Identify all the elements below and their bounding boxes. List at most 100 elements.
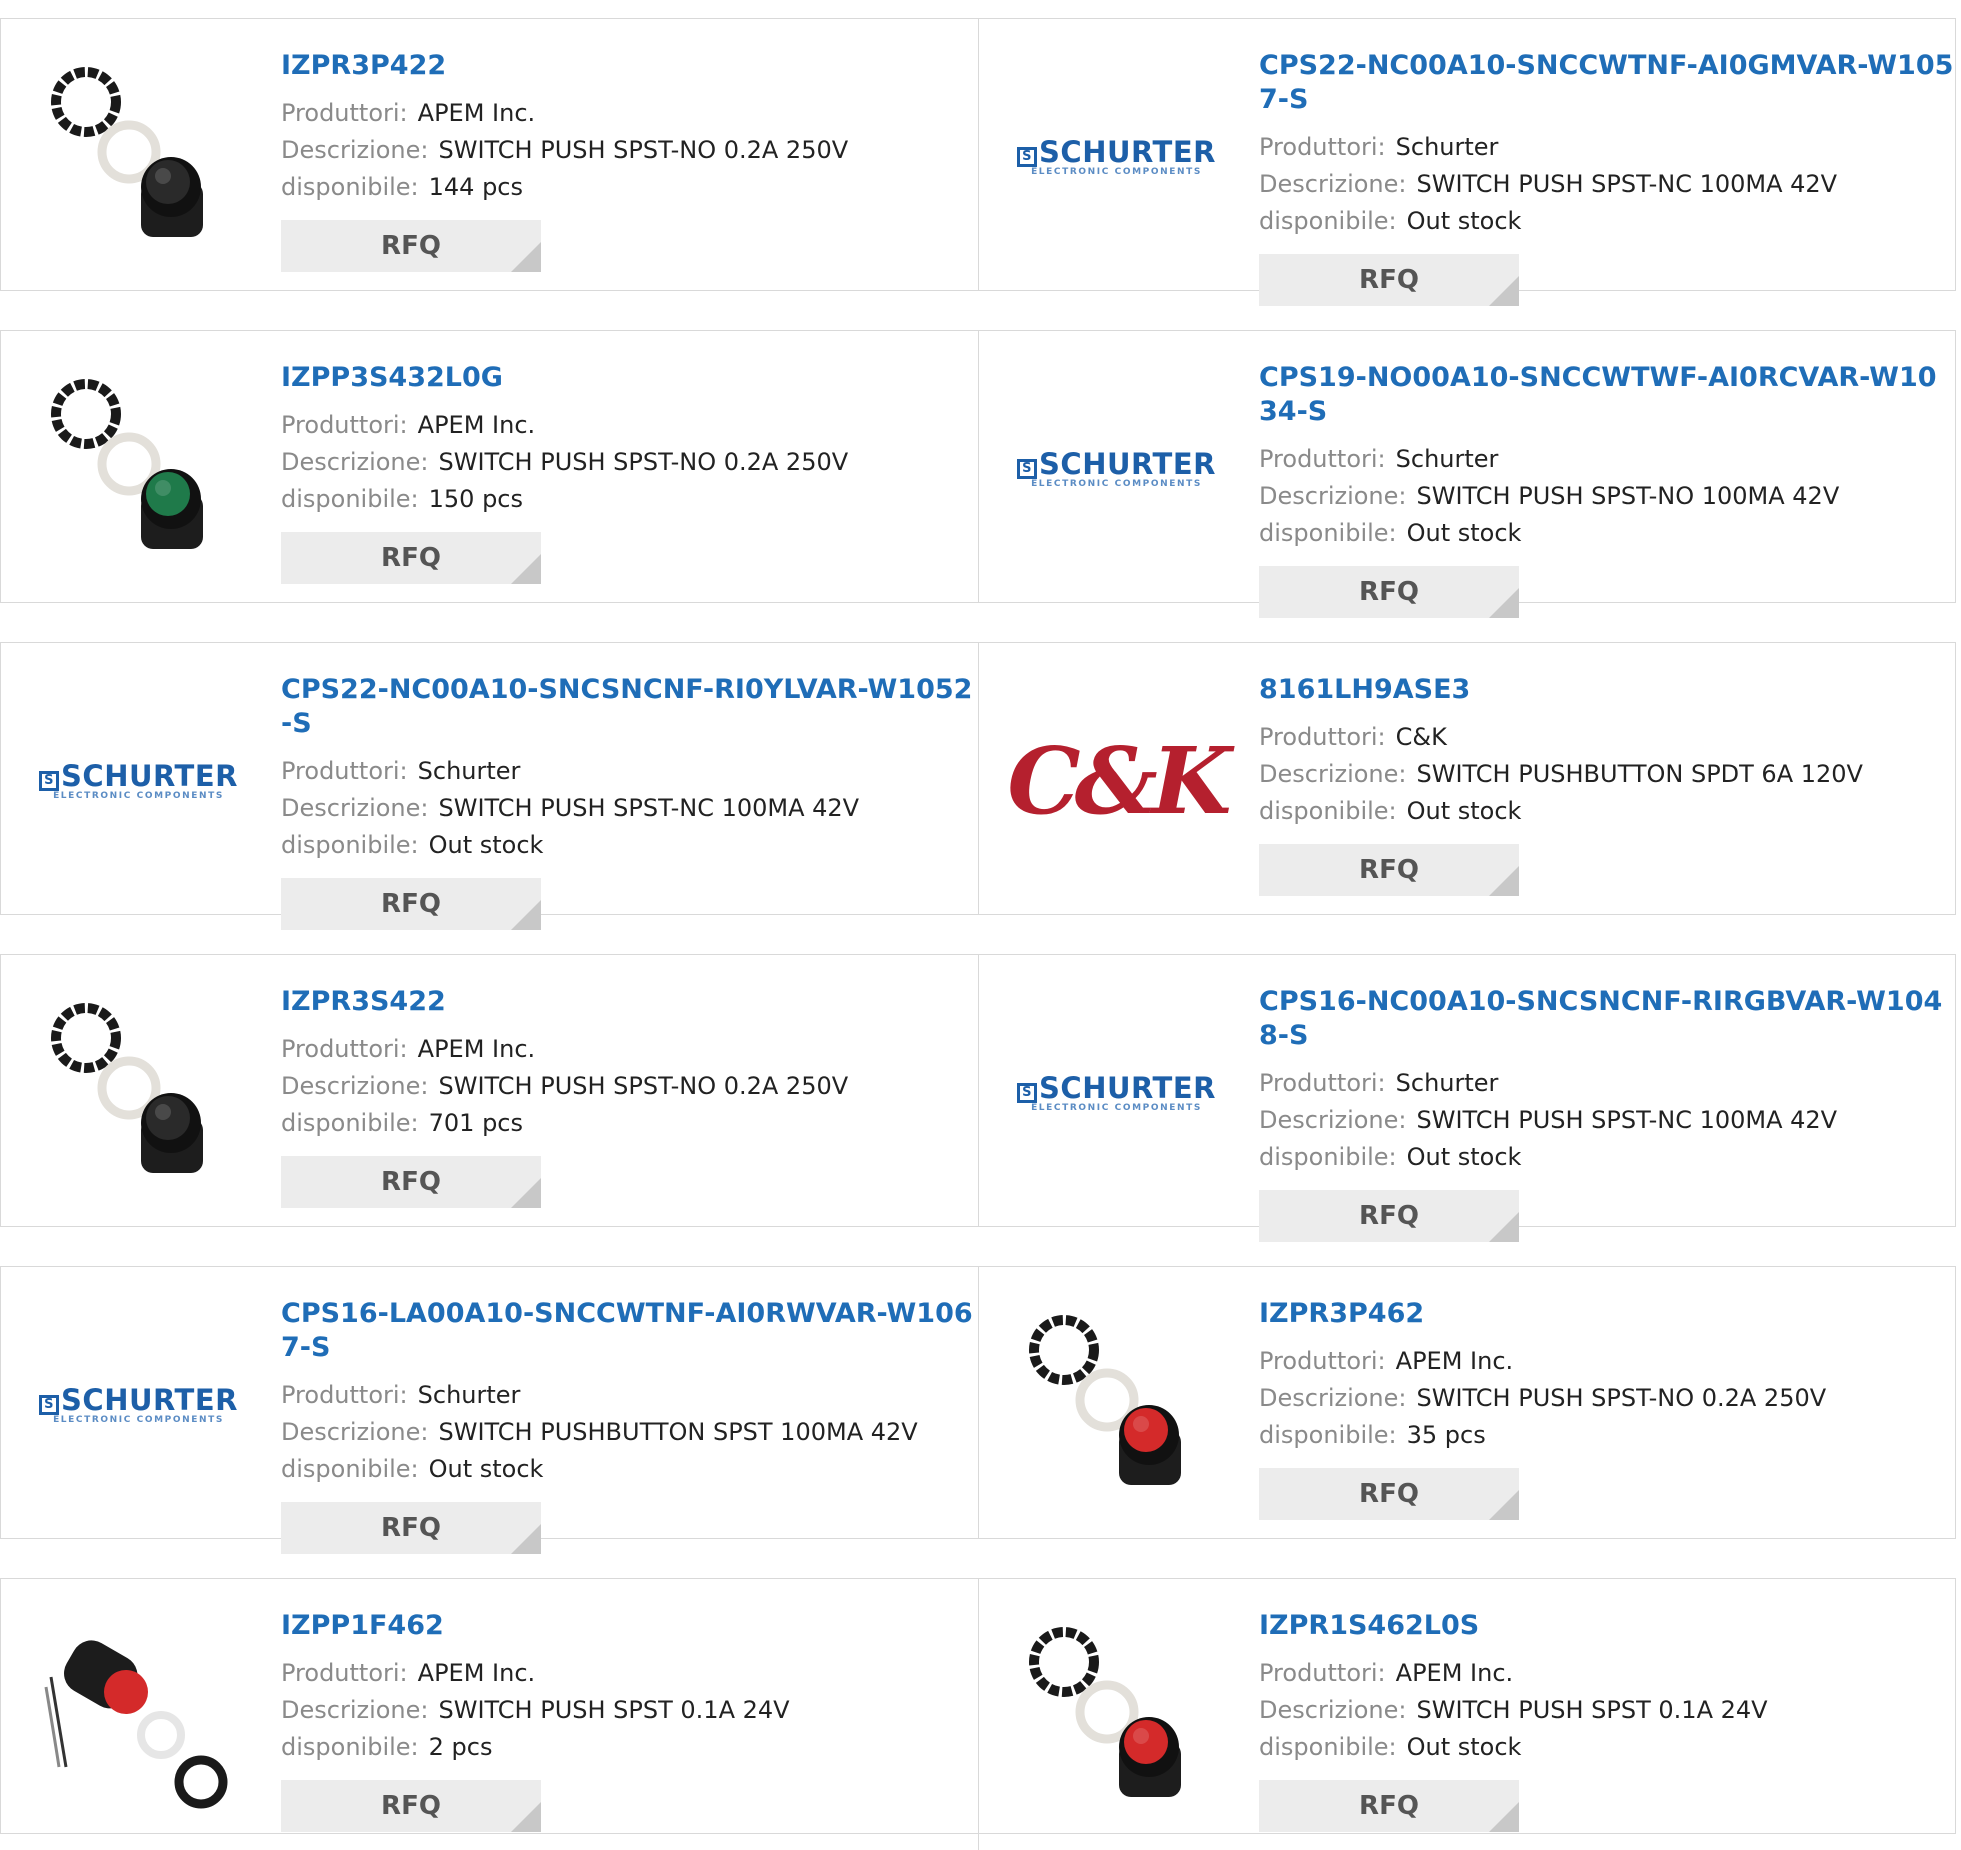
availability-label: disponibile: — [281, 831, 419, 859]
part-number-link[interactable]: CPS16-NC00A10-SNCSNCNF-RIRGBVAR-W1048-S — [1259, 985, 1955, 1053]
part-number-link[interactable]: IZPR3P462 — [1259, 1297, 1955, 1331]
description-line: Descrizione: SWITCH PUSHBUTTON SPST 100MA… — [281, 1414, 978, 1451]
part-number-link[interactable]: IZPR3P422 — [281, 49, 978, 83]
part-number-link[interactable]: CPS22-NC00A10-SNCSNCNF-RI0YLVAR-W1052-S — [281, 673, 978, 741]
product-card: C&K 8161LH9ASE3 Produttori: C&K Descrizione:… — [978, 643, 1955, 914]
availability-label: disponibile: — [281, 1109, 419, 1137]
product-thumbnail: S SCHURTER ELECTRONIC COMPONENTS — [39, 683, 238, 878]
availability-line: disponibile: Out stock — [1259, 1729, 1955, 1766]
product-image[interactable] — [41, 57, 236, 256]
schurter-logo: S SCHURTER ELECTRONIC COMPONENTS — [39, 761, 238, 801]
rfq-button[interactable]: RFQ — [281, 1502, 541, 1554]
part-number-link[interactable]: CPS19-NO00A10-SNCCWTWF-AI0RCVAR-W1034-S — [1259, 361, 1955, 429]
product-row: S SCHURTER ELECTRONIC COMPONENTS CPS16-LA00… — [0, 1266, 1956, 1554]
part-number-link[interactable]: CPS16-LA00A10-SNCCWTNF-AI0RWVAR-W1067-S — [281, 1297, 978, 1365]
rfq-button[interactable]: RFQ — [1259, 254, 1519, 306]
availability-line: disponibile: 2 pcs — [281, 1729, 978, 1766]
manufacturer-value: APEM Inc. — [417, 1035, 536, 1063]
manufacturer-label: Produttori: — [281, 411, 408, 439]
product-row: IZPP1F462 Produttori: APEM Inc. Descrizione… — [0, 1578, 1956, 1850]
description-line: Descrizione: SWITCH PUSH SPST-NO 0.2A 250… — [1259, 1380, 1955, 1417]
description-line: Descrizione: SWITCH PUSH SPST 0.1A 24V — [281, 1692, 978, 1729]
description-label: Descrizione: — [1259, 760, 1407, 788]
availability-label: disponibile: — [281, 173, 419, 201]
description-label: Descrizione: — [281, 1072, 429, 1100]
product-thumbnail — [41, 995, 236, 1190]
description-label: Descrizione: — [281, 794, 429, 822]
availability-label: disponibile: — [1259, 519, 1397, 547]
rfq-button[interactable]: RFQ — [1259, 1468, 1519, 1520]
product-thumbnail: S SCHURTER ELECTRONIC COMPONENTS — [1017, 371, 1215, 566]
part-number-link[interactable]: IZPP3S432L0G — [281, 361, 978, 395]
product-thumbnail: C&K — [1007, 683, 1231, 878]
manufacturer-value: Schurter — [1395, 1069, 1499, 1097]
manufacturer-line: Produttori: APEM Inc. — [281, 407, 978, 444]
availability-value: Out stock — [1406, 797, 1522, 825]
availability-label: disponibile: — [1259, 1421, 1397, 1449]
rfq-button[interactable]: RFQ — [281, 1780, 541, 1832]
product-image[interactable] — [41, 1617, 236, 1816]
rfq-button[interactable]: RFQ — [281, 1156, 541, 1208]
product-thumbnail — [41, 371, 236, 566]
availability-label: disponibile: — [281, 1455, 419, 1483]
rfq-button[interactable]: RFQ — [281, 878, 541, 930]
manufacturer-label: Produttori: — [281, 99, 408, 127]
availability-label: disponibile: — [281, 485, 419, 513]
manufacturer-line: Produttori: Schurter — [281, 1377, 978, 1414]
manufacturer-label: Produttori: — [1259, 1347, 1386, 1375]
description-value: SWITCH PUSH SPST 0.1A 24V — [438, 1696, 790, 1724]
rfq-button[interactable]: RFQ — [1259, 1190, 1519, 1242]
product-thumbnail: S SCHURTER ELECTRONIC COMPONENTS — [1017, 59, 1215, 254]
product-info: IZPR3P422 Produttori: APEM Inc. Descrizione… — [281, 49, 978, 272]
manufacturer-value: APEM Inc. — [417, 99, 536, 127]
product-card: S SCHURTER ELECTRONIC COMPONENTS CPS22-NC00… — [978, 19, 1955, 306]
description-line: Descrizione: SWITCH PUSH SPST-NO 0.2A 250… — [281, 444, 978, 481]
description-line: Descrizione: SWITCH PUSH SPST-NO 100MA 42… — [1259, 478, 1955, 515]
manufacturer-value: Schurter — [1395, 133, 1499, 161]
availability-line: disponibile: Out stock — [1259, 1139, 1955, 1176]
rfq-button[interactable]: RFQ — [1259, 566, 1519, 618]
part-number-link[interactable]: CPS22-NC00A10-SNCCWTNF-AI0GMVAR-W1057-S — [1259, 49, 1955, 117]
product-row: IZPP3S432L0G Produttori: APEM Inc. Descrizi… — [0, 330, 1956, 618]
product-image[interactable] — [41, 993, 236, 1192]
product-info: IZPR3P462 Produttori: APEM Inc. Descrizione… — [1259, 1297, 1955, 1520]
description-label: Descrizione: — [1259, 1696, 1407, 1724]
manufacturer-line: Produttori: C&K — [1259, 719, 1955, 756]
manufacturer-value: APEM Inc. — [1395, 1347, 1514, 1375]
product-image[interactable] — [1019, 1617, 1214, 1816]
part-number-link[interactable]: IZPR3S422 — [281, 985, 978, 1019]
part-number-link[interactable]: IZPR1S462L0S — [1259, 1609, 1955, 1643]
product-thumbnail: S SCHURTER ELECTRONIC COMPONENTS — [39, 1307, 237, 1502]
description-line: Descrizione: SWITCH PUSH SPST 0.1A 24V — [1259, 1692, 1955, 1729]
product-thumbnail: S SCHURTER ELECTRONIC COMPONENTS — [1017, 995, 1215, 1190]
product-info: CPS16-LA00A10-SNCCWTNF-AI0RWVAR-W1067-S P… — [281, 1297, 978, 1554]
product-info: CPS22-NC00A10-SNCCWTNF-AI0GMVAR-W1057-S P… — [1259, 49, 1955, 306]
availability-line: disponibile: 144 pcs — [281, 169, 978, 206]
availability-label: disponibile: — [1259, 797, 1397, 825]
rfq-button[interactable]: RFQ — [281, 220, 541, 272]
description-value: SWITCH PUSH SPST-NO 0.2A 250V — [438, 448, 849, 476]
availability-value: Out stock — [428, 1455, 544, 1483]
product-info: IZPP3S432L0G Produttori: APEM Inc. Descrizi… — [281, 361, 978, 584]
description-label: Descrizione: — [281, 1696, 429, 1724]
rfq-button[interactable]: RFQ — [1259, 844, 1519, 896]
availability-value: 144 pcs — [428, 173, 523, 201]
manufacturer-line: Produttori: Schurter — [1259, 1065, 1955, 1102]
manufacturer-value: APEM Inc. — [417, 1659, 536, 1687]
rfq-button[interactable]: RFQ — [281, 532, 541, 584]
product-card: IZPP3S432L0G Produttori: APEM Inc. Descrizi… — [1, 331, 978, 602]
description-value: SWITCH PUSH SPST-NC 100MA 42V — [1416, 1106, 1838, 1134]
rfq-button[interactable]: RFQ — [1259, 1780, 1519, 1832]
description-value: SWITCH PUSH SPST-NO 0.2A 250V — [1416, 1384, 1827, 1412]
product-image[interactable] — [41, 369, 236, 568]
part-number-link[interactable]: 8161LH9ASE3 — [1259, 673, 1955, 707]
product-card: IZPR3P462 Produttori: APEM Inc. Descrizione… — [978, 1267, 1955, 1538]
product-row: S SCHURTER ELECTRONIC COMPONENTS CPS22-NC00… — [0, 642, 1956, 930]
availability-line: disponibile: Out stock — [1259, 515, 1955, 552]
part-number-link[interactable]: IZPP1F462 — [281, 1609, 978, 1643]
product-info: IZPR3S422 Produttori: APEM Inc. Descrizione… — [281, 985, 978, 1208]
description-line: Descrizione: SWITCH PUSH SPST-NC 100MA 42… — [1259, 1102, 1955, 1139]
product-info: 8161LH9ASE3 Produttori: C&K Descrizione: SWI… — [1259, 673, 1955, 896]
description-line: Descrizione: SWITCH PUSH SPST-NC 100MA 42… — [1259, 166, 1955, 203]
product-image[interactable] — [1019, 1305, 1214, 1504]
